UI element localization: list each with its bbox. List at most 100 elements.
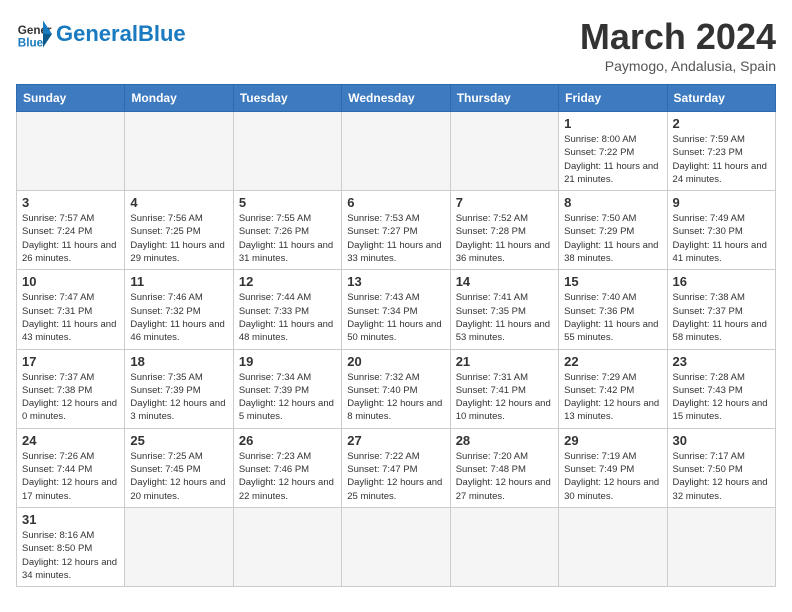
- calendar-cell: 8Sunrise: 7:50 AM Sunset: 7:29 PM Daylig…: [559, 191, 667, 270]
- title-area: March 2024 Paymogo, Andalusia, Spain: [580, 16, 776, 74]
- calendar-cell: 7 Sunrise: 7:52 AM Sunset: 7:28 PM Daylig…: [450, 191, 558, 270]
- day-number: 4: [130, 195, 227, 210]
- day-number: 5: [239, 195, 336, 210]
- header: General Blue GeneralBlue March 2024 Paym…: [16, 16, 776, 74]
- calendar-cell: 19 Sunrise: 7:34 AM Sunset: 7:39 PM Dayli…: [233, 349, 341, 428]
- calendar-cell: 1 Sunrise: 8:00 AM Sunset: 7:22 PM Daylig…: [559, 112, 667, 191]
- calendar-cell: 9 Sunrise: 7:49 AM Sunset: 7:30 PM Daylig…: [667, 191, 775, 270]
- calendar-cell: 5 Sunrise: 7:55 AM Sunset: 7:26 PM Daylig…: [233, 191, 341, 270]
- day-info: Sunrise: 7:57 AM Sunset: 7:24 PM Dayligh…: [22, 212, 119, 265]
- calendar-table: SundayMondayTuesdayWednesdayThursdayFrid…: [16, 84, 776, 587]
- calendar-cell: 12Sunrise: 7:44 AM Sunset: 7:33 PM Dayli…: [233, 270, 341, 349]
- day-number: 22: [564, 354, 661, 369]
- day-info: Sunrise: 7:22 AM Sunset: 7:47 PM Dayligh…: [347, 450, 444, 503]
- day-number: 15: [564, 274, 661, 289]
- day-number: 28: [456, 433, 553, 448]
- day-number: 27: [347, 433, 444, 448]
- day-number: 29: [564, 433, 661, 448]
- day-info: Sunrise: 7:35 AM Sunset: 7:39 PM Dayligh…: [130, 371, 227, 424]
- calendar-cell: 10 Sunrise: 7:47 AM Sunset: 7:31 PM Dayli…: [17, 270, 125, 349]
- calendar-cell: 3 Sunrise: 7:57 AM Sunset: 7:24 PM Daylig…: [17, 191, 125, 270]
- logo-text: GeneralBlue: [56, 22, 186, 46]
- calendar-cell: 21Sunrise: 7:31 AM Sunset: 7:41 PM Dayli…: [450, 349, 558, 428]
- day-info: Sunrise: 7:29 AM Sunset: 7:42 PM Dayligh…: [564, 371, 661, 424]
- day-info: Sunrise: 7:49 AM Sunset: 7:30 PM Dayligh…: [673, 212, 770, 265]
- day-info: Sunrise: 7:40 AM Sunset: 7:36 PM Dayligh…: [564, 291, 661, 344]
- calendar-cell: 22 Sunrise: 7:29 AM Sunset: 7:42 PM Dayli…: [559, 349, 667, 428]
- day-info: Sunrise: 7:53 AM Sunset: 7:27 PM Dayligh…: [347, 212, 444, 265]
- week-row-0: 1 Sunrise: 8:00 AM Sunset: 7:22 PM Daylig…: [17, 112, 776, 191]
- day-number: 9: [673, 195, 770, 210]
- day-number: 25: [130, 433, 227, 448]
- col-header-monday: Monday: [125, 85, 233, 112]
- day-info: Sunrise: 7:59 AM Sunset: 7:23 PM Dayligh…: [673, 133, 770, 186]
- calendar-cell: [667, 507, 775, 586]
- calendar-cell: 29Sunrise: 7:19 AM Sunset: 7:49 PM Dayli…: [559, 428, 667, 507]
- calendar-cell: 20 Sunrise: 7:32 AM Sunset: 7:40 PM Dayli…: [342, 349, 450, 428]
- calendar-cell: 6 Sunrise: 7:53 AM Sunset: 7:27 PM Daylig…: [342, 191, 450, 270]
- day-number: 11: [130, 274, 227, 289]
- day-number: 12: [239, 274, 336, 289]
- calendar-cell: 4Sunrise: 7:56 AM Sunset: 7:25 PM Daylig…: [125, 191, 233, 270]
- day-number: 26: [239, 433, 336, 448]
- day-number: 1: [564, 116, 661, 131]
- day-number: 7: [456, 195, 553, 210]
- calendar-cell: [233, 507, 341, 586]
- day-info: Sunrise: 7:47 AM Sunset: 7:31 PM Dayligh…: [22, 291, 119, 344]
- day-info: Sunrise: 7:55 AM Sunset: 7:26 PM Dayligh…: [239, 212, 336, 265]
- calendar-cell: [450, 112, 558, 191]
- calendar-cell: [125, 112, 233, 191]
- day-info: Sunrise: 7:31 AM Sunset: 7:41 PM Dayligh…: [456, 371, 553, 424]
- col-header-thursday: Thursday: [450, 85, 558, 112]
- calendar-cell: 13 Sunrise: 7:43 AM Sunset: 7:34 PM Dayli…: [342, 270, 450, 349]
- week-row-2: 10 Sunrise: 7:47 AM Sunset: 7:31 PM Dayli…: [17, 270, 776, 349]
- location-subtitle: Paymogo, Andalusia, Spain: [580, 58, 776, 74]
- day-info: Sunrise: 7:41 AM Sunset: 7:35 PM Dayligh…: [456, 291, 553, 344]
- calendar-cell: 2 Sunrise: 7:59 AM Sunset: 7:23 PM Daylig…: [667, 112, 775, 191]
- month-title: March 2024: [580, 16, 776, 58]
- calendar-cell: 15 Sunrise: 7:40 AM Sunset: 7:36 PM Dayli…: [559, 270, 667, 349]
- calendar-cell: 11 Sunrise: 7:46 AM Sunset: 7:32 PM Dayli…: [125, 270, 233, 349]
- day-number: 18: [130, 354, 227, 369]
- day-number: 10: [22, 274, 119, 289]
- day-info: Sunrise: 7:34 AM Sunset: 7:39 PM Dayligh…: [239, 371, 336, 424]
- day-number: 20: [347, 354, 444, 369]
- calendar-cell: [450, 507, 558, 586]
- calendar-cell: 27 Sunrise: 7:22 AM Sunset: 7:47 PM Dayli…: [342, 428, 450, 507]
- col-header-tuesday: Tuesday: [233, 85, 341, 112]
- day-number: 24: [22, 433, 119, 448]
- day-number: 6: [347, 195, 444, 210]
- day-info: Sunrise: 7:32 AM Sunset: 7:40 PM Dayligh…: [347, 371, 444, 424]
- col-header-wednesday: Wednesday: [342, 85, 450, 112]
- day-info: Sunrise: 7:43 AM Sunset: 7:34 PM Dayligh…: [347, 291, 444, 344]
- day-info: Sunrise: 7:20 AM Sunset: 7:48 PM Dayligh…: [456, 450, 553, 503]
- day-number: 13: [347, 274, 444, 289]
- day-info: Sunrise: 7:25 AM Sunset: 7:45 PM Dayligh…: [130, 450, 227, 503]
- week-row-3: 17 Sunrise: 7:37 AM Sunset: 7:38 PM Dayli…: [17, 349, 776, 428]
- day-number: 3: [22, 195, 119, 210]
- calendar-cell: [233, 112, 341, 191]
- calendar-cell: 28 Sunrise: 7:20 AM Sunset: 7:48 PM Dayli…: [450, 428, 558, 507]
- calendar-cell: [342, 112, 450, 191]
- calendar-header: SundayMondayTuesdayWednesdayThursdayFrid…: [17, 85, 776, 112]
- col-header-sunday: Sunday: [17, 85, 125, 112]
- calendar-cell: [125, 507, 233, 586]
- day-number: 17: [22, 354, 119, 369]
- calendar-cell: 31Sunrise: 8:16 AM Sunset: 8:50 PM Dayli…: [17, 507, 125, 586]
- calendar-cell: [559, 507, 667, 586]
- day-info: Sunrise: 8:00 AM Sunset: 7:22 PM Dayligh…: [564, 133, 661, 186]
- day-number: 31: [22, 512, 119, 527]
- day-number: 2: [673, 116, 770, 131]
- col-header-friday: Friday: [559, 85, 667, 112]
- calendar-cell: 17 Sunrise: 7:37 AM Sunset: 7:38 PM Dayli…: [17, 349, 125, 428]
- day-info: Sunrise: 7:50 AM Sunset: 7:29 PM Dayligh…: [564, 212, 661, 265]
- day-info: Sunrise: 7:52 AM Sunset: 7:28 PM Dayligh…: [456, 212, 553, 265]
- day-info: Sunrise: 7:37 AM Sunset: 7:38 PM Dayligh…: [22, 371, 119, 424]
- day-info: Sunrise: 7:46 AM Sunset: 7:32 PM Dayligh…: [130, 291, 227, 344]
- calendar-cell: [17, 112, 125, 191]
- calendar-cell: 18 Sunrise: 7:35 AM Sunset: 7:39 PM Dayli…: [125, 349, 233, 428]
- day-number: 23: [673, 354, 770, 369]
- calendar-cell: 23Sunrise: 7:28 AM Sunset: 7:43 PM Dayli…: [667, 349, 775, 428]
- day-info: Sunrise: 7:38 AM Sunset: 7:37 PM Dayligh…: [673, 291, 770, 344]
- day-number: 19: [239, 354, 336, 369]
